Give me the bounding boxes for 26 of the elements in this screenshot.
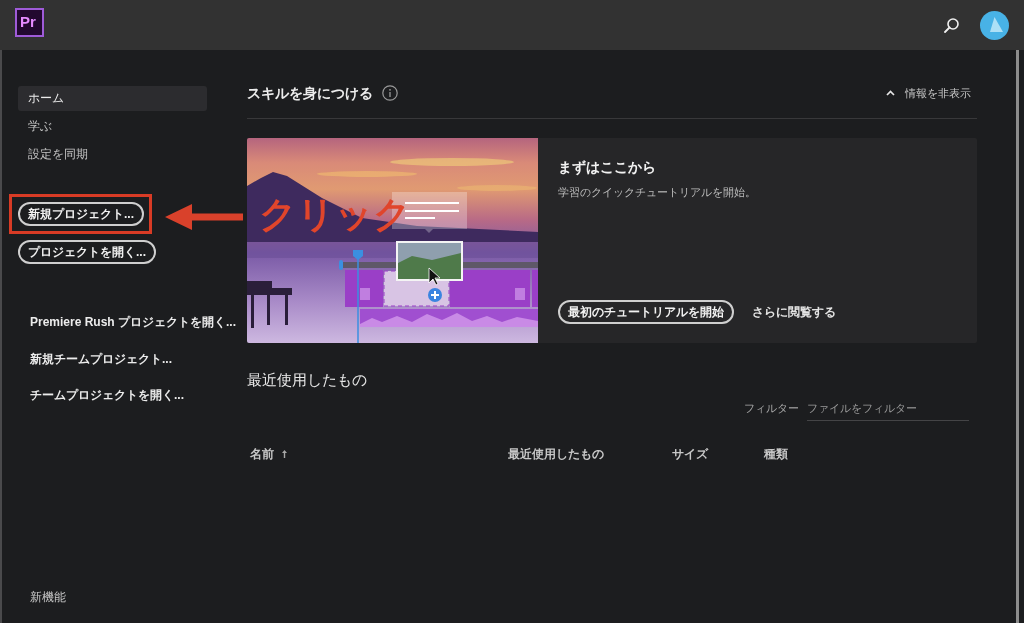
browse-more-link[interactable]: さらに閲覧する	[752, 303, 836, 321]
column-header[interactable]: 名前	[247, 445, 287, 463]
sidebar-link[interactable]: Premiere Rush プロジェクトを開く...	[18, 313, 237, 331]
card-title: まずはここから	[558, 158, 656, 176]
sidebar-link[interactable]: チームプロジェクトを開く...	[18, 386, 184, 404]
card-subtitle: 学習のクイックチュートリアルを開始。	[558, 185, 756, 199]
sidebar-nav-item[interactable]: 設定を同期	[18, 142, 207, 167]
search-icon[interactable]	[944, 18, 959, 33]
column-header[interactable]: 最近使用したもの	[505, 445, 604, 463]
sidebar-link[interactable]: 新規チームプロジェクト...	[18, 349, 172, 368]
sidebar-nav-item[interactable]: 学ぶ	[18, 114, 207, 139]
project-button[interactable]: 新規プロジェクト...	[18, 202, 144, 226]
filter-field[interactable]: ファイルをフィルター	[807, 396, 969, 421]
section-title: スキルを身につける	[247, 84, 373, 103]
column-header[interactable]: 種類	[761, 445, 788, 463]
info-icon[interactable]	[382, 85, 398, 101]
app-logo: Pr	[15, 8, 44, 37]
start-tutorial-button[interactable]: 最初のチュートリアルを開始	[558, 300, 734, 324]
column-header[interactable]: サイズ	[669, 445, 708, 463]
hide-info-button[interactable]: 情報を非表示	[886, 85, 977, 101]
project-button[interactable]: プロジェクトを開く...	[18, 240, 156, 264]
avatar-icon[interactable]	[980, 11, 1009, 40]
filter-label: フィルター	[744, 401, 799, 416]
section-title: 最近使用したもの	[247, 370, 367, 390]
sidebar-nav-item[interactable]: ホーム	[18, 86, 207, 111]
sidebar-link[interactable]: 新機能	[18, 588, 66, 606]
